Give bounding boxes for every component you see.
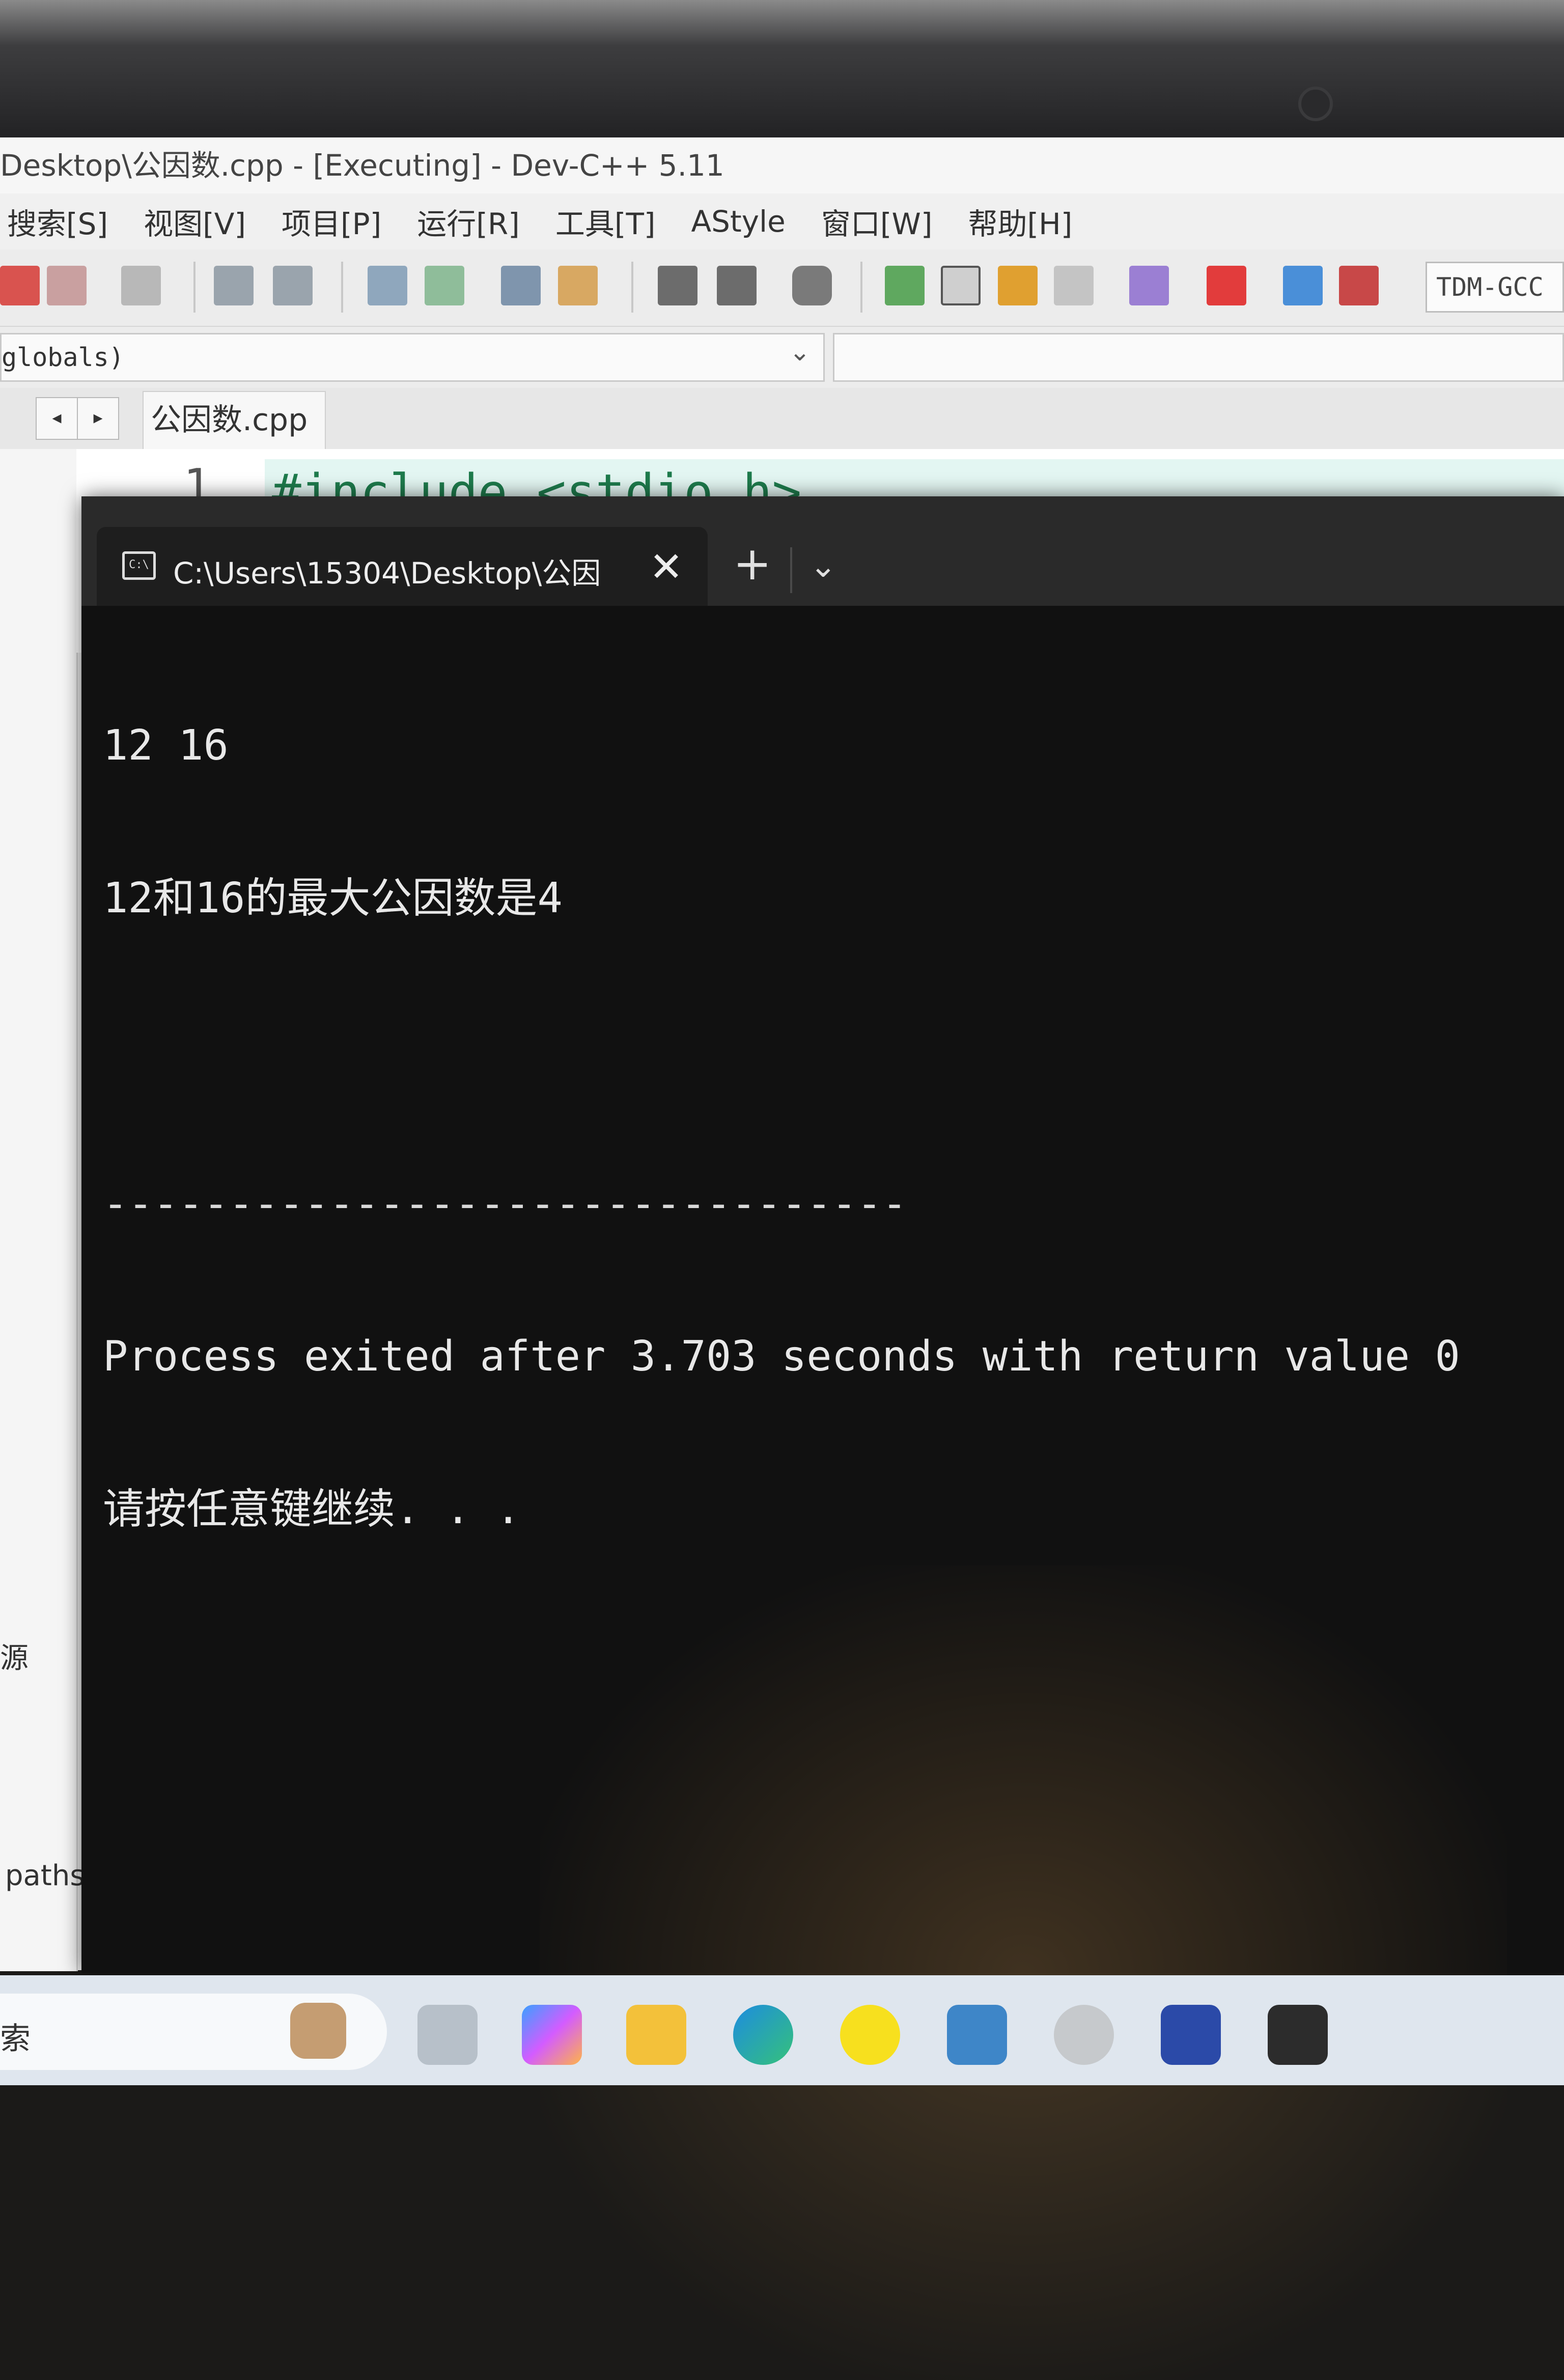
close-all-icon[interactable] — [47, 266, 87, 305]
indent-icon[interactable] — [501, 266, 541, 305]
editor-tabs: ◂ ▸ 公因数.cpp — [0, 388, 1564, 449]
console-window: C:\ C:\Users\15304\Desktop\公因 ✕ + ⌄ 12 1… — [81, 496, 1564, 2380]
console-line-result: 12和16的最大公因数是4 — [103, 874, 563, 922]
file-tab[interactable]: 公因数.cpp — [143, 391, 326, 449]
panel-scroll-arrows: ◂ ▸ — [36, 397, 119, 440]
goto-line-icon[interactable] — [792, 266, 832, 305]
scope-select[interactable]: globals) — [0, 333, 825, 382]
arrow-right-icon[interactable]: ▸ — [77, 398, 118, 439]
music-icon[interactable] — [840, 2005, 900, 2065]
toolbar-separator — [860, 262, 862, 313]
function-select[interactable] — [833, 333, 1564, 382]
close-file-icon[interactable] — [0, 266, 40, 305]
chevron-down-icon[interactable]: ⌄ — [809, 547, 837, 585]
chevron-down-icon[interactable]: ⌄ — [789, 337, 811, 367]
file-explorer-icon[interactable] — [626, 2005, 686, 2065]
new-project-icon[interactable] — [885, 266, 925, 305]
panel-label-paths: paths — [5, 1859, 85, 1892]
console-output[interactable]: 12 16 12和16的最大公因数是4 --------------------… — [103, 619, 1559, 1637]
toolbar-separator — [631, 262, 633, 313]
toolbar: TDM-GCC — [0, 249, 1564, 327]
close-icon[interactable]: ✕ — [649, 543, 683, 591]
compile-check-icon[interactable] — [1129, 266, 1169, 305]
new-tab-icon[interactable]: + — [733, 537, 771, 591]
window-icon[interactable] — [941, 266, 981, 305]
terminal-icon[interactable] — [1268, 2005, 1328, 2065]
screen-reflection — [540, 1565, 1507, 2380]
print-icon[interactable] — [121, 266, 161, 305]
panel-label-source[interactable]: 源 — [0, 1635, 29, 1676]
dev-cpp-icon[interactable] — [1161, 2005, 1221, 2065]
media-player-icon[interactable] — [1054, 2005, 1114, 2065]
menu-search[interactable]: 搜索[S] — [7, 200, 108, 243]
stop-execution-icon[interactable] — [1207, 266, 1246, 305]
taskbar-search[interactable]: 索 — [0, 1994, 387, 2070]
menu-view[interactable]: 视图[V] — [144, 200, 246, 243]
search-label: 索 — [0, 2021, 31, 2057]
debug-stop-icon[interactable] — [1339, 266, 1379, 305]
project-panel: 源 paths — [0, 449, 85, 1971]
console-tab-title: C:\Users\15304\Desktop\公因 — [173, 556, 601, 591]
search-highlight-icon — [290, 2003, 346, 2059]
console-line-exit: Process exited after 3.703 seconds with … — [103, 1332, 1460, 1381]
console-tab[interactable]: C:\ C:\Users\15304\Desktop\公因 ✕ — [97, 527, 708, 606]
toggle-bookmark-icon[interactable] — [658, 266, 697, 305]
scope-value: globals) — [2, 343, 124, 372]
console-tab-bar: C:\ C:\Users\15304\Desktop\公因 ✕ + ⌄ — [81, 496, 1564, 606]
grid-icon[interactable] — [1054, 266, 1094, 305]
menu-project[interactable]: 项目[P] — [282, 200, 381, 243]
layout-icon[interactable] — [998, 266, 1038, 305]
scope-row: globals) ⌄ — [0, 327, 1564, 388]
console-line-input: 12 16 — [103, 721, 229, 770]
menu-run[interactable]: 运行[R] — [417, 200, 520, 243]
menu-help[interactable]: 帮助[H] — [968, 200, 1072, 243]
webcam — [1298, 87, 1333, 121]
undo-icon[interactable] — [214, 266, 254, 305]
menu-astyle[interactable]: AStyle — [691, 204, 786, 239]
find-icon[interactable] — [368, 266, 407, 305]
console-separator: -------------------------------- — [103, 1180, 907, 1228]
unindent-icon[interactable] — [558, 266, 598, 305]
edge-icon[interactable] — [733, 2005, 793, 2065]
goto-bookmark-icon[interactable] — [717, 266, 757, 305]
console-app-icon: C:\ — [122, 551, 156, 580]
window-title: Desktop\公因数.cpp - [Executing] - Dev-C++ … — [0, 137, 1564, 193]
settings-icon[interactable] — [947, 2005, 1007, 2065]
tab-divider — [790, 547, 792, 593]
compiler-select[interactable]: TDM-GCC — [1426, 262, 1564, 313]
task-view-icon[interactable] — [417, 2005, 478, 2065]
menu-window[interactable]: 窗口[W] — [821, 200, 933, 243]
console-line-blank — [103, 1026, 1559, 1077]
console-line-prompt: 请按任意键继续. . . — [103, 1485, 521, 1533]
laptop-bezel — [0, 0, 1564, 153]
arrow-left-icon[interactable]: ◂ — [37, 398, 77, 439]
menu-tools[interactable]: 工具[T] — [555, 200, 656, 243]
toolbar-separator — [341, 262, 343, 313]
menu-bar: 搜索[S] 视图[V] 项目[P] 运行[R] 工具[T] AStyle 窗口[… — [0, 193, 1564, 249]
copilot-icon[interactable] — [522, 2005, 582, 2065]
chart-icon[interactable] — [1283, 266, 1323, 305]
taskbar: 索 — [0, 1975, 1564, 2085]
toolbar-separator — [193, 262, 196, 313]
replace-icon[interactable] — [425, 266, 464, 305]
redo-icon[interactable] — [273, 266, 313, 305]
